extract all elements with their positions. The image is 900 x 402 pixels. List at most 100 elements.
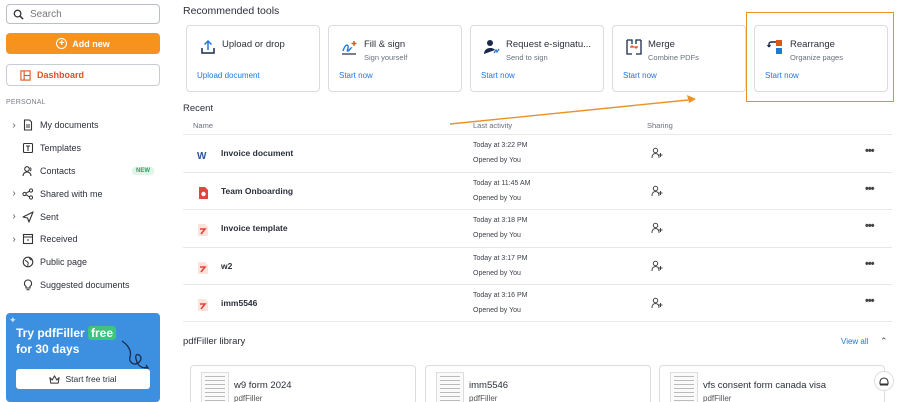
- sidebar-item-shared-with-me[interactable]: › Shared with me: [0, 182, 168, 205]
- chevron-right-icon[interactable]: ›: [6, 211, 22, 222]
- last-activity-time: Today at 11:45 AM: [473, 179, 531, 187]
- sidebar-item-templates[interactable]: Templates: [0, 137, 168, 160]
- chevron-up-icon[interactable]: ⌃: [880, 336, 888, 347]
- tool-card-request-signature[interactable]: Request e-signatu... Send to sign Start …: [470, 25, 604, 92]
- tool-link[interactable]: Upload document: [197, 71, 260, 80]
- last-activity-opened-by: Opened by You: [473, 307, 521, 314]
- library-card[interactable]: w9 form 2024 pdfFiller: [190, 365, 416, 402]
- library-card[interactable]: vfs consent form canada visa pdfFiller: [659, 365, 885, 402]
- tool-link[interactable]: Start now: [623, 71, 657, 80]
- table-row[interactable]: Invoice template Today at 3:18 PM Opened…: [183, 209, 892, 247]
- chevron-right-icon[interactable]: ›: [6, 188, 22, 199]
- sidebar-item-label: Public page: [40, 257, 88, 268]
- svg-text:W: W: [197, 151, 207, 162]
- table-row[interactable]: W Invoice document Today at 3:22 PM Open…: [183, 134, 892, 172]
- add-user-icon[interactable]: [651, 147, 663, 159]
- tool-subtitle: Send to sign: [506, 53, 548, 62]
- rearrange-highlight-box: [746, 12, 894, 102]
- library-card[interactable]: imm5546 pdfFiller: [425, 365, 651, 402]
- promo-free-highlight: free: [88, 326, 117, 340]
- chevron-right-icon[interactable]: ›: [6, 234, 22, 245]
- column-header-last-activity[interactable]: Last activity: [473, 121, 512, 130]
- document-icon: [22, 119, 34, 131]
- start-free-trial-button[interactable]: Start free trial: [16, 369, 150, 389]
- sidebar-item-label: My documents: [40, 120, 99, 131]
- search-input[interactable]: Search: [6, 4, 160, 24]
- search-placeholder: Search: [30, 8, 62, 20]
- section-label-personal: PERSONAL: [6, 99, 46, 106]
- new-badge: NEW: [132, 166, 154, 175]
- document-name[interactable]: Invoice template: [221, 223, 288, 233]
- document-name[interactable]: imm5546: [221, 298, 257, 308]
- last-activity-opened-by: Opened by You: [473, 232, 521, 239]
- library-doc-source: pdfFiller: [234, 394, 263, 402]
- sidebar: Search + Add new Dashboard PERSONAL › My…: [0, 0, 168, 402]
- document-name[interactable]: Team Onboarding: [221, 186, 293, 196]
- more-options-icon[interactable]: •••: [865, 183, 875, 195]
- column-header-sharing: Sharing: [647, 121, 673, 130]
- last-activity-opened-by: Opened by You: [473, 157, 521, 164]
- last-activity-time: Today at 3:18 PM: [473, 217, 528, 224]
- document-name[interactable]: w2: [221, 261, 232, 271]
- document-thumbnail: [436, 372, 464, 402]
- tool-card-upload[interactable]: Upload or drop Upload document: [186, 25, 320, 92]
- column-header-name[interactable]: Name: [193, 121, 213, 130]
- add-user-icon[interactable]: [651, 260, 663, 272]
- sidebar-item-my-documents[interactable]: › My documents: [0, 114, 168, 137]
- add-user-icon[interactable]: [651, 222, 663, 234]
- chevron-right-icon[interactable]: ›: [6, 120, 22, 131]
- view-all-link[interactable]: View all: [841, 337, 868, 346]
- chat-support-button[interactable]: [874, 371, 894, 391]
- tool-name: Fill & sign: [364, 39, 406, 50]
- table-row[interactable]: w2 Today at 3:17 PM Opened by You •••: [183, 246, 892, 285]
- add-new-label: Add new: [72, 38, 110, 49]
- table-row[interactable]: Team Onboarding Today at 11:45 AM Opened…: [183, 171, 892, 210]
- dashboard-button[interactable]: Dashboard: [6, 64, 160, 86]
- promo-line2: for 30 days: [16, 342, 80, 356]
- more-options-icon[interactable]: •••: [865, 295, 875, 307]
- tool-card-merge[interactable]: Merge Combine PDFs Start now: [612, 25, 746, 92]
- pdf-file-icon: [198, 224, 208, 236]
- library-title: pdfFiller library: [183, 336, 246, 347]
- tool-link[interactable]: Start now: [481, 71, 515, 80]
- send-icon: [22, 211, 34, 223]
- promo-line1-prefix: Try pdfFiller: [16, 326, 89, 340]
- document-name[interactable]: Invoice document: [221, 148, 293, 158]
- tool-link[interactable]: Start now: [339, 71, 373, 80]
- add-user-icon[interactable]: [651, 185, 663, 197]
- promo-banner: ✦ Try pdfFiller free for 30 days Start f…: [6, 313, 160, 402]
- sidebar-item-sent[interactable]: › Sent: [0, 205, 168, 228]
- tool-card-fill-sign[interactable]: Fill & sign Sign yourself Start now: [328, 25, 462, 92]
- lightbulb-icon: [22, 279, 34, 291]
- request-signature-icon: [484, 40, 500, 54]
- library-doc-name: w9 form 2024: [234, 380, 292, 391]
- library-doc-source: pdfFiller: [703, 394, 732, 402]
- sidebar-nav: › My documents Templates Contacts NEW › …: [0, 114, 168, 296]
- tool-name: Request e-signatu...: [506, 39, 592, 50]
- more-options-icon[interactable]: •••: [865, 145, 875, 157]
- crown-icon: [49, 374, 61, 384]
- sidebar-item-contacts[interactable]: Contacts NEW: [0, 160, 168, 183]
- recent-title: Recent: [183, 103, 214, 114]
- sidebar-item-label: Received: [40, 234, 78, 245]
- dashboard-label: Dashboard: [37, 70, 85, 80]
- more-options-icon[interactable]: •••: [865, 220, 875, 232]
- inbox-icon: [22, 233, 34, 245]
- library-doc-name: vfs consent form canada visa: [703, 380, 827, 391]
- sidebar-item-received[interactable]: › Received: [0, 228, 168, 251]
- word-file-icon: W: [197, 151, 207, 162]
- sidebar-item-label: Suggested documents: [40, 279, 130, 290]
- fill-sign-icon: [342, 41, 357, 55]
- sidebar-item-public-page[interactable]: Public page: [0, 251, 168, 274]
- sparkle-icon: ✦: [9, 315, 17, 325]
- table-row[interactable]: imm5546 Today at 3:16 PM Opened by You •…: [183, 284, 892, 322]
- template-icon: [22, 142, 34, 154]
- more-options-icon[interactable]: •••: [865, 258, 875, 270]
- last-activity-time: Today at 3:22 PM: [473, 142, 528, 149]
- add-user-icon[interactable]: [651, 297, 663, 309]
- sidebar-item-suggested-documents[interactable]: Suggested documents: [0, 274, 168, 297]
- tool-name: Upload or drop: [222, 39, 285, 50]
- sidebar-item-label: Templates: [40, 143, 82, 154]
- document-thumbnail: [670, 372, 698, 402]
- add-new-button[interactable]: + Add new: [6, 33, 160, 54]
